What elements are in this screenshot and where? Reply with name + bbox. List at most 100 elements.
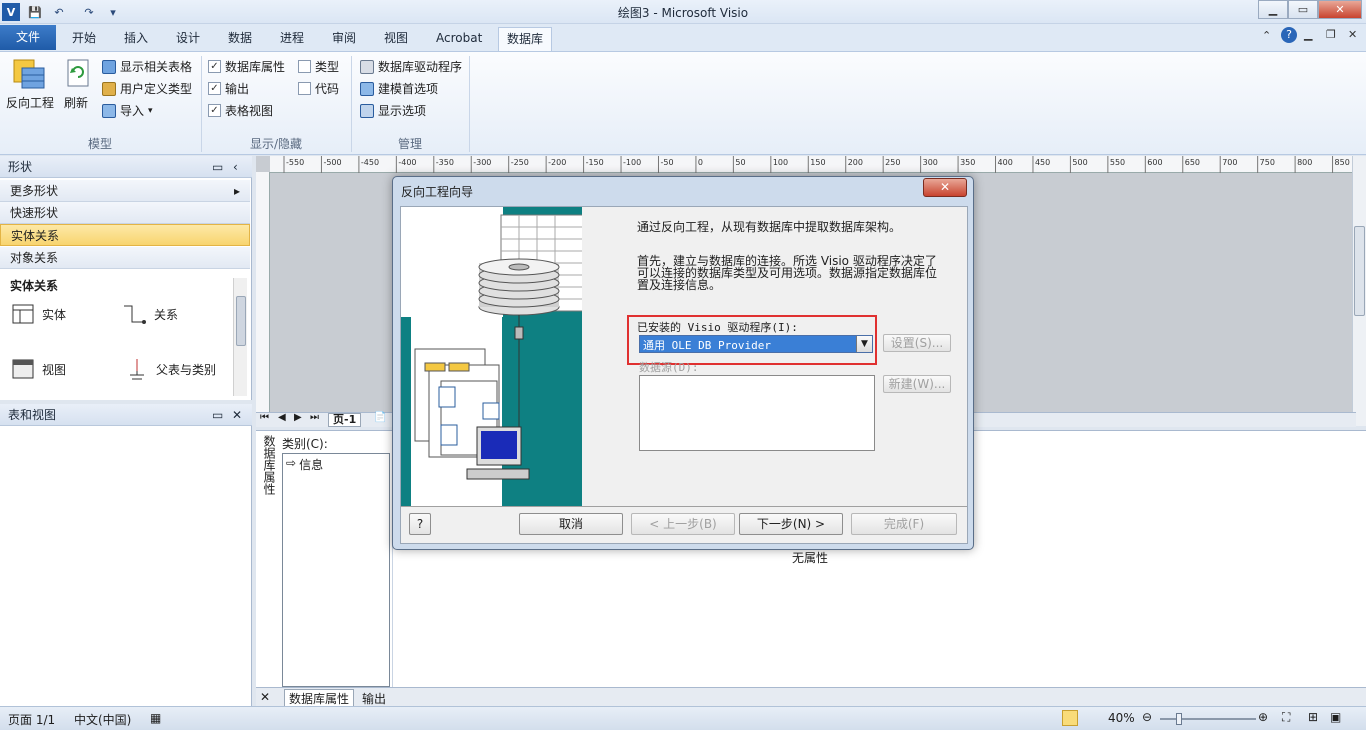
shape-relationship[interactable]: 关系	[122, 302, 178, 326]
back-button[interactable]: < 上一步(B)	[631, 513, 735, 535]
display-options-button[interactable]: 显示选项	[360, 102, 426, 119]
first-page-icon[interactable]: ⏮	[260, 412, 269, 423]
category-item-label: 信息	[299, 458, 324, 472]
maximize-button[interactable]: ▭	[1288, 0, 1318, 19]
new-data-source-button[interactable]: 新建(W)...	[883, 375, 951, 393]
modeling-options-button[interactable]: 建模首选项	[360, 80, 438, 97]
zoom-slider[interactable]	[1160, 713, 1256, 725]
ruler-tick-label: -300	[473, 158, 491, 167]
finish-button[interactable]: 完成(F)	[851, 513, 957, 535]
tab-review[interactable]: 审阅	[324, 27, 364, 51]
arrow-right-icon: ⇨	[286, 456, 297, 470]
switch-windows-icon[interactable]: ▣	[1330, 710, 1341, 724]
ruler-ticks: -550 -500 -450 -400 -350 -300 -250 -200 -150 -100…	[283, 156, 1350, 173]
tab-view[interactable]: 视图	[376, 27, 416, 51]
tab-file[interactable]: 文件	[0, 25, 56, 50]
tab-process[interactable]: 进程	[272, 27, 312, 51]
user-types-button[interactable]: 用户定义类型	[102, 80, 192, 97]
macro-icon[interactable]: ▦	[150, 711, 161, 725]
doc-minimize-icon[interactable]: ▁	[1304, 28, 1312, 41]
tab-output[interactable]: 输出	[362, 690, 386, 707]
list-item[interactable]: ⇨ 信息	[286, 456, 323, 473]
er-stencil-item[interactable]: 实体关系	[0, 224, 250, 246]
chevron-down-icon[interactable]: ▼	[856, 336, 872, 352]
tab-database[interactable]: 数据库	[498, 27, 553, 51]
import-button[interactable]: 导入 ▾	[102, 102, 153, 119]
next-button[interactable]: 下一步(N) >	[739, 513, 843, 535]
shape-category[interactable]: 父表与类别	[126, 357, 216, 381]
shape-view[interactable]: 视图	[12, 359, 66, 379]
modeling-icon	[360, 81, 374, 96]
ruler-tick-label: 700	[1222, 158, 1237, 167]
language-status[interactable]: 中文(中国)	[74, 711, 131, 728]
panel-collapse-icon[interactable]: ‹	[233, 156, 238, 178]
close-button[interactable]: ✕	[1318, 0, 1362, 19]
types-checkbox[interactable]: 类型	[298, 58, 339, 75]
dialog-close-button[interactable]: ✕	[923, 178, 967, 197]
doc-close-icon[interactable]: ✕	[1348, 28, 1357, 41]
panel-minimize-icon[interactable]: ▭	[212, 156, 223, 178]
tab-acrobat[interactable]: Acrobat	[428, 27, 490, 51]
zoom-out-icon[interactable]: ⊖	[1142, 710, 1152, 724]
ruler-tick-label: 800	[1297, 158, 1312, 167]
panel-close-icon[interactable]: ✕	[232, 404, 242, 426]
tab-home[interactable]: 开始	[64, 27, 104, 51]
output-checkbox[interactable]: ✓ 输出	[208, 80, 249, 97]
reverse-engineer-button[interactable]: 反向工程	[6, 94, 54, 111]
cancel-button[interactable]: 取消	[519, 513, 623, 535]
help-icon[interactable]: ?	[1281, 27, 1297, 43]
shape-entity[interactable]: 实体	[12, 304, 66, 324]
modeling-options-label: 建模首选项	[378, 82, 439, 96]
refresh-icon[interactable]	[66, 58, 90, 88]
category-list[interactable]: ⇨ 信息	[282, 453, 390, 687]
next-page-icon[interactable]: ▶	[294, 412, 302, 423]
show-related-tables-button[interactable]: 显示相关表格	[102, 58, 192, 75]
tab-data[interactable]: 数据	[220, 27, 260, 51]
full-screen-icon[interactable]	[1062, 710, 1078, 726]
driver-select[interactable]: 通用 OLE DB Provider ▼	[639, 335, 873, 353]
setup-button[interactable]: 设置(S)...	[883, 334, 951, 352]
minimize-button[interactable]: ▁	[1258, 0, 1288, 19]
table-view-checkbox[interactable]: ✓ 表格视图	[208, 102, 273, 119]
checkbox-unchecked-icon	[298, 60, 311, 73]
quick-shapes-item[interactable]: 快速形状	[0, 202, 250, 224]
last-page-icon[interactable]: ⏭	[310, 412, 319, 423]
doc-restore-icon[interactable]: ❐	[1326, 28, 1336, 41]
tables-panel-title: 表和视图	[8, 408, 57, 422]
horizontal-ruler: -550 -500 -450 -400 -350 -300 -250 -200 -150 -100…	[270, 156, 1356, 173]
canvas-vertical-scrollbar[interactable]	[1352, 156, 1366, 426]
category-label: 父表与类别	[156, 362, 217, 377]
entity-label: 实体	[42, 307, 67, 322]
tab-design[interactable]: 设计	[168, 27, 208, 51]
prev-page-icon[interactable]: ◀	[278, 412, 286, 423]
more-shapes-label: 更多形状	[10, 184, 59, 198]
data-source-list[interactable]	[639, 375, 875, 451]
ruler-tick-label: 250	[885, 158, 900, 167]
page-number-status[interactable]: 页面 1/1	[8, 711, 55, 728]
data-source-label: 数据源(D):	[639, 361, 699, 374]
page-tab-1[interactable]: 页-1	[328, 413, 362, 427]
reverse-engineer-icon[interactable]	[12, 58, 46, 90]
driver-select-value: 通用 OLE DB Provider	[643, 339, 771, 352]
object-stencil-item[interactable]: 对象关系	[0, 247, 250, 269]
view-icon	[12, 359, 34, 379]
insert-page-icon[interactable]: 📄	[374, 412, 386, 423]
db-drivers-label: 数据库驱动程序	[378, 60, 463, 74]
stencil-scrollbar[interactable]	[233, 278, 247, 396]
db-properties-checkbox[interactable]: ✓ 数据库属性	[208, 58, 285, 75]
zoom-level[interactable]: 40%	[1108, 711, 1135, 725]
ribbon-collapse-icon[interactable]: ⌃	[1262, 29, 1271, 42]
db-properties-close-icon[interactable]: ✕	[260, 690, 270, 704]
tab-insert[interactable]: 插入	[116, 27, 156, 51]
db-drivers-button[interactable]: 数据库驱动程序	[360, 58, 462, 75]
window-title: 绘图3 - Microsoft Visio	[617, 6, 749, 20]
panel-minimize-icon[interactable]: ▭	[212, 404, 223, 426]
fit-page-icon[interactable]: ⛶	[1282, 710, 1290, 725]
help-button[interactable]: ?	[409, 513, 431, 535]
code-checkbox[interactable]: 代码	[298, 80, 339, 97]
zoom-in-icon[interactable]: ⊕	[1258, 710, 1268, 724]
refresh-button[interactable]: 刷新	[64, 94, 88, 111]
tables-panel-header: 表和视图 ▭ ✕	[0, 404, 252, 426]
pan-zoom-icon[interactable]: ⊞	[1308, 710, 1318, 724]
more-shapes-item[interactable]: 更多形状 ▸	[0, 180, 250, 202]
